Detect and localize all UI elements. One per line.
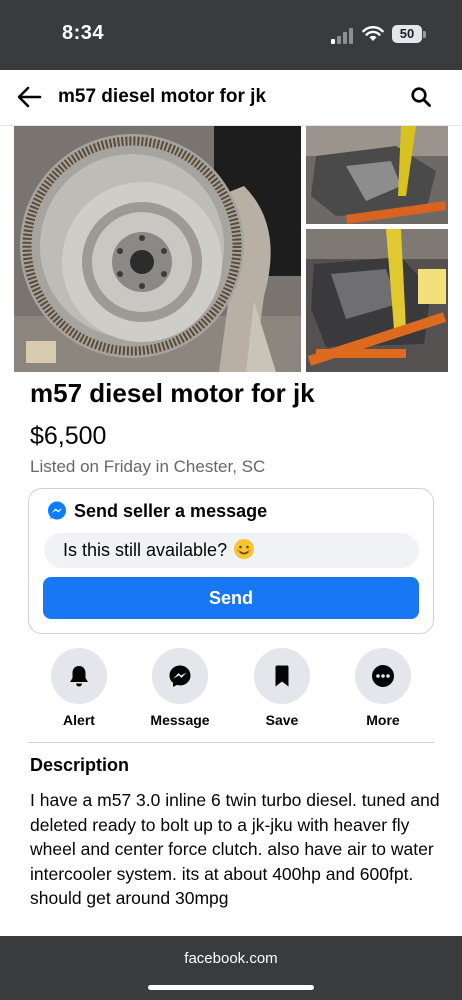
- send-seller-message-card: Send seller a message Is this still avai…: [28, 488, 434, 634]
- listing-date-location: Listed on Friday in Chester, SC: [30, 457, 266, 476]
- status-bar: 8:34 50: [0, 0, 462, 70]
- listing-price: $6,500: [30, 422, 107, 450]
- browser-address-bar: facebook.com: [0, 936, 462, 1000]
- battery-tip: [423, 31, 426, 38]
- save-button-circle[interactable]: [254, 648, 310, 704]
- listing-title: m57 diesel motor for jk: [30, 378, 315, 408]
- cellular-signal-icon: [331, 28, 353, 44]
- alert-button-circle[interactable]: [51, 648, 107, 704]
- smiling-emoji-icon: [234, 539, 255, 559]
- message-button[interactable]: Message: [140, 648, 220, 728]
- messenger-icon: [169, 665, 191, 687]
- listing-photo-engine-side[interactable]: [306, 126, 448, 224]
- message-card-title: Send seller a message: [74, 501, 268, 521]
- send-button[interactable]: Send: [43, 577, 419, 619]
- alert-label: Alert: [63, 712, 95, 728]
- action-row: Alert Message Save More: [0, 648, 462, 730]
- bell-icon: [70, 666, 88, 687]
- message-input-text: Is this still available?: [63, 540, 228, 560]
- home-indicator[interactable]: [148, 985, 314, 990]
- more-button[interactable]: More: [343, 648, 423, 728]
- section-divider: [28, 742, 434, 743]
- save-label: Save: [265, 712, 299, 728]
- bookmark-icon: [275, 665, 289, 687]
- save-button[interactable]: Save: [242, 648, 322, 728]
- back-arrow-icon[interactable]: [16, 84, 42, 110]
- message-label: Message: [150, 712, 210, 728]
- battery-indicator: 50: [392, 25, 422, 43]
- url-label[interactable]: facebook.com: [0, 950, 462, 967]
- alert-button[interactable]: Alert: [39, 648, 119, 728]
- top-app-bar: m57 diesel motor for jk: [0, 70, 462, 126]
- more-button-circle[interactable]: [355, 648, 411, 704]
- description-text: I have a m57 3.0 inline 6 twin turbo die…: [30, 790, 440, 908]
- wifi-icon: [362, 26, 384, 41]
- status-time: 8:34: [62, 22, 105, 44]
- description-heading: Description: [30, 755, 130, 775]
- photo-gallery: [14, 126, 448, 372]
- page-title: m57 diesel motor for jk: [58, 86, 267, 107]
- listing-photo-engine-stand[interactable]: [306, 229, 448, 372]
- more-icon: [372, 665, 394, 687]
- listing-photo-flywheel[interactable]: [14, 126, 301, 372]
- messenger-icon: [48, 501, 66, 520]
- more-label: More: [366, 712, 400, 728]
- message-button-circle[interactable]: [152, 648, 208, 704]
- search-icon[interactable]: [410, 86, 432, 108]
- message-input[interactable]: Is this still available?: [44, 533, 419, 568]
